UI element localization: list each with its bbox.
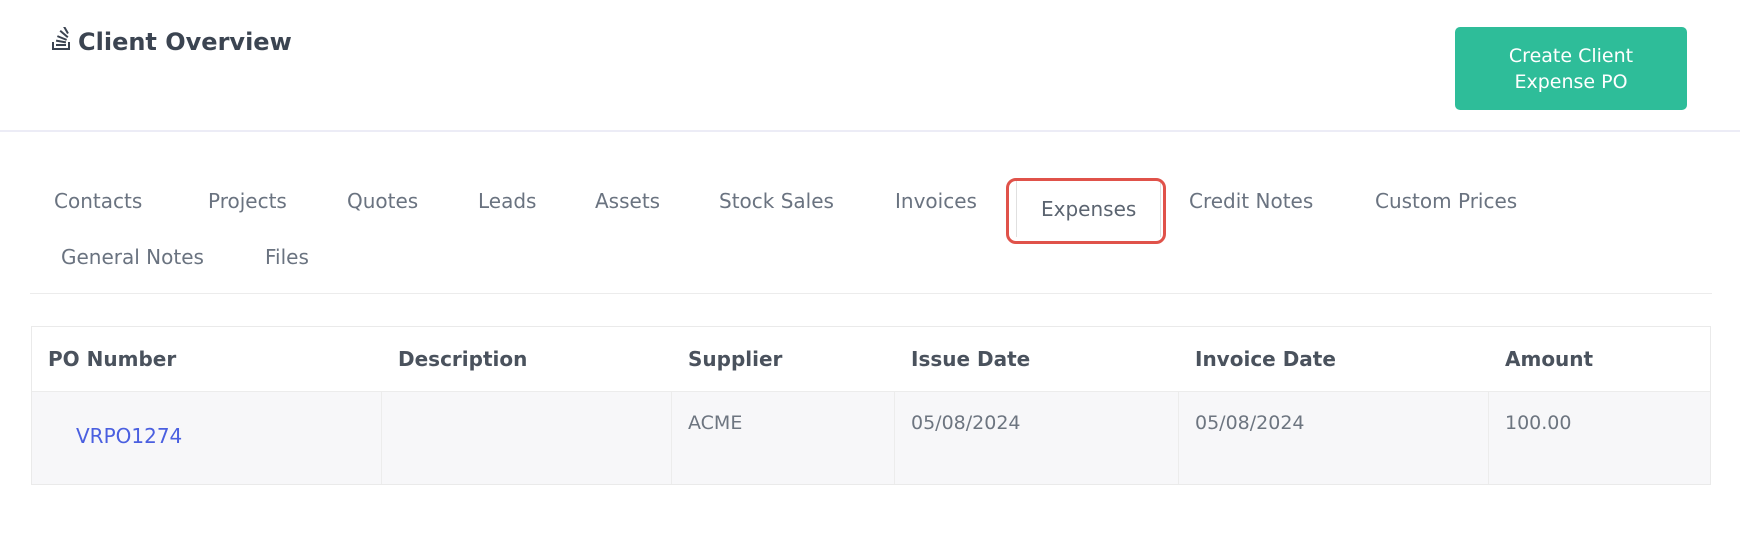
tab-assets[interactable]: Assets [571, 176, 684, 226]
column-header-po-number[interactable]: PO Number [32, 327, 382, 391]
page-header: Client Overview Create Client Expense PO [0, 0, 1740, 132]
page-title-text: Client Overview [78, 28, 292, 56]
cell-po-number: VRPO1274 [32, 392, 382, 484]
cell-invoice-date: 05/08/2024 [1179, 392, 1489, 484]
column-header-description[interactable]: Description [382, 327, 672, 391]
tab-leads[interactable]: Leads [454, 176, 560, 226]
tab-bar: Contacts Projects Quotes Leads Assets St… [30, 176, 1712, 294]
page-title: Client Overview [50, 24, 292, 60]
column-header-supplier[interactable]: Supplier [672, 327, 895, 391]
tab-general-notes[interactable]: General Notes [37, 232, 228, 282]
tab-invoices[interactable]: Invoices [871, 176, 1001, 226]
column-header-amount[interactable]: Amount [1489, 327, 1710, 391]
tab-custom-prices[interactable]: Custom Prices [1351, 176, 1541, 226]
cell-amount: 100.00 [1505, 412, 1572, 434]
tab-credit-notes[interactable]: Credit Notes [1165, 176, 1337, 226]
table-header: PO Number Description Supplier Issue Dat… [32, 327, 1710, 392]
column-header-issue-date[interactable]: Issue Date [895, 327, 1179, 391]
tab-projects[interactable]: Projects [184, 176, 311, 226]
cell-supplier: ACME [672, 392, 895, 484]
create-client-expense-po-button[interactable]: Create Client Expense PO [1455, 27, 1687, 110]
po-number-link[interactable]: VRPO1274 [76, 424, 182, 448]
tab-files[interactable]: Files [241, 232, 333, 282]
tab-quotes[interactable]: Quotes [323, 176, 442, 226]
expenses-table: PO Number Description Supplier Issue Dat… [31, 326, 1711, 485]
column-header-invoice-date[interactable]: Invoice Date [1179, 327, 1489, 391]
tab-expenses[interactable]: Expenses [1016, 179, 1162, 237]
table-row: VRPO1274 ACME 05/08/2024 05/08/2024 100.… [32, 392, 1710, 484]
tab-stock-sales[interactable]: Stock Sales [695, 176, 858, 226]
tab-contacts[interactable]: Contacts [30, 176, 166, 226]
cell-description [382, 392, 672, 484]
stack-icon [50, 26, 72, 57]
cell-issue-date: 05/08/2024 [895, 392, 1179, 484]
